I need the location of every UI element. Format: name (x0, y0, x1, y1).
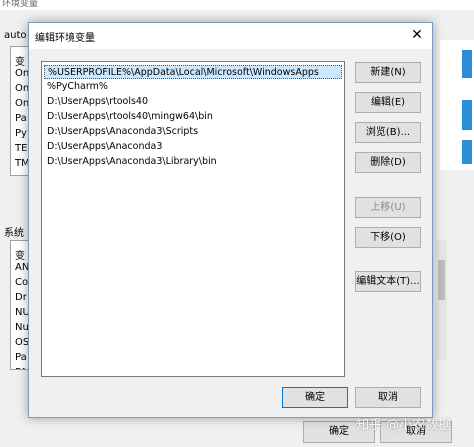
ok-button[interactable]: 确定 (282, 387, 348, 408)
edit-text-button[interactable]: 编辑文本(T)... (355, 271, 421, 292)
path-item-selected[interactable]: %USERPROFILE%\AppData\Local\Microsoft\Wi… (44, 65, 342, 79)
bg-decoration (462, 100, 472, 130)
dialog-titlebar: 编辑环境变量 ✕ (29, 23, 432, 49)
bg-decoration (462, 140, 472, 164)
path-item[interactable]: D:\UserApps\rtools40\mingw64\bin (44, 110, 342, 124)
move-down-button[interactable]: 下移(O) (355, 227, 421, 248)
bg-scrollbar-thumb[interactable] (438, 260, 445, 300)
list-item[interactable]: TE (15, 143, 27, 154)
bg-window-title: 环境变量 (2, 0, 39, 9)
list-item[interactable]: Co (15, 277, 28, 288)
move-up-button[interactable]: 上移(U) (355, 197, 421, 218)
list-item[interactable]: PA (15, 367, 27, 369)
path-item[interactable]: D:\UserApps\Anaconda3 (44, 140, 342, 154)
system-variables-label: 系统 (4, 228, 24, 239)
system-variables-list[interactable]: 变 AN Co Dr NU Nu OS Pa PA (10, 240, 30, 370)
path-item[interactable]: D:\UserApps\Anaconda3\Scripts (44, 125, 342, 139)
list-item[interactable]: Pa (15, 352, 27, 363)
bg-scrollbar[interactable] (436, 240, 447, 360)
list-item[interactable]: Nu (15, 322, 29, 333)
delete-button[interactable]: 删除(D) (355, 152, 421, 173)
path-list[interactable]: %USERPROFILE%\AppData\Local\Microsoft\Wi… (41, 61, 345, 377)
user-variables-label: auto (4, 30, 27, 41)
bg-decoration (462, 50, 472, 78)
list-item[interactable]: 变 (15, 247, 25, 262)
browse-button[interactable]: 浏览(B)... (355, 122, 421, 143)
list-item[interactable]: Py (15, 128, 27, 139)
new-button[interactable]: 新建(N) (355, 62, 421, 83)
list-item[interactable]: Pa (15, 113, 27, 124)
list-item[interactable]: Dr (15, 292, 27, 303)
list-item[interactable]: 变 (15, 53, 25, 68)
path-item[interactable]: D:\UserApps\Anaconda3\Library\bin (44, 155, 342, 169)
user-variables-list[interactable]: 变 On On On Pa Py TE TM (10, 46, 30, 176)
watermark: 知乎 @小农数据 (356, 418, 452, 433)
cancel-button[interactable]: 取消 (355, 387, 421, 408)
path-item[interactable]: D:\UserApps\rtools40 (44, 95, 342, 109)
bg-right-panel (440, 40, 474, 170)
edit-button[interactable]: 编辑(E) (355, 92, 421, 113)
edit-environment-variable-dialog: 编辑环境变量 ✕ %USERPROFILE%\AppData\Local\Mic… (28, 22, 433, 418)
bg-titlebar: 环境变量 (0, 0, 474, 10)
close-icon: ✕ (411, 27, 423, 43)
path-item[interactable]: %PyCharm% (44, 80, 342, 94)
dialog-title: 编辑环境变量 (35, 33, 95, 44)
close-button[interactable]: ✕ (402, 23, 432, 49)
